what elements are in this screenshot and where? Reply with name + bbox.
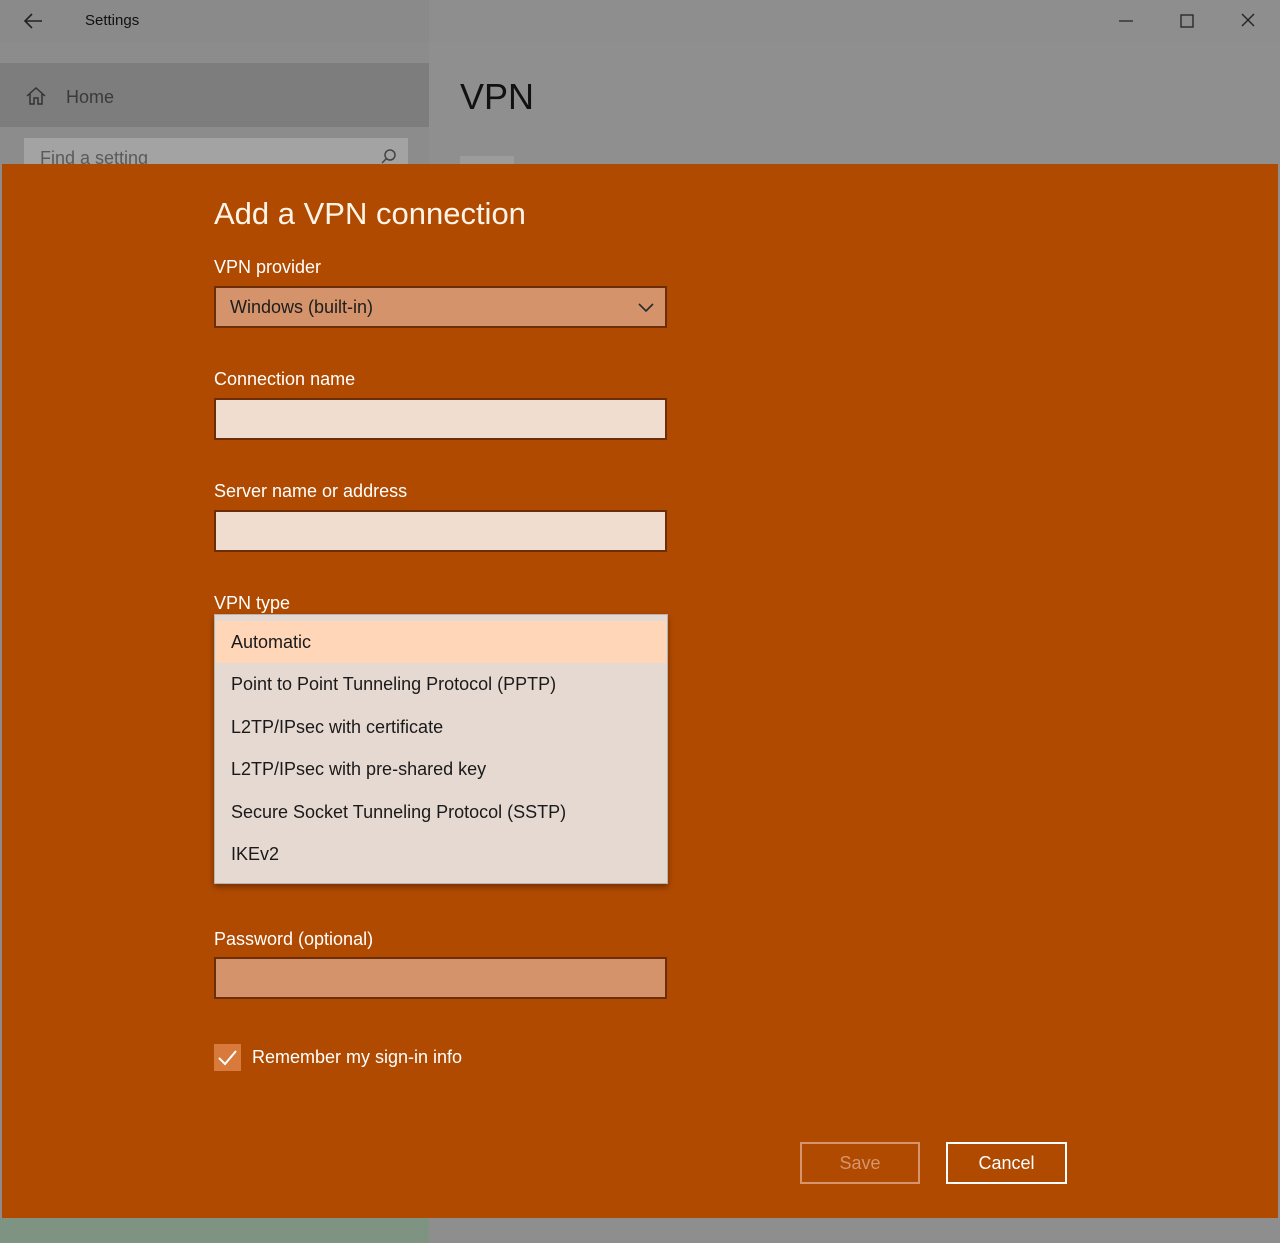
main-bottom bbox=[429, 1218, 1280, 1243]
home-icon bbox=[25, 86, 47, 106]
close-icon[interactable] bbox=[1234, 8, 1262, 34]
password-label: Password (optional) bbox=[214, 929, 374, 949]
app-title: Settings bbox=[85, 12, 140, 29]
back-arrow-icon[interactable] bbox=[22, 10, 46, 32]
page-title: VPN bbox=[460, 76, 535, 117]
dropdown-option-ikev2[interactable]: IKEv2 bbox=[216, 833, 666, 875]
checkmark-icon bbox=[218, 1050, 237, 1066]
remember-label: Remember my sign-in info bbox=[252, 1047, 463, 1067]
save-button[interactable]: Save bbox=[800, 1142, 920, 1184]
dropdown-option-l2tp-psk[interactable]: L2TP/IPsec with pre-shared key bbox=[216, 748, 666, 790]
server-field[interactable] bbox=[214, 510, 667, 552]
sidebar-bottom bbox=[0, 1218, 429, 1243]
dropdown-option-pptp[interactable]: Point to Point Tunneling Protocol (PPTP) bbox=[216, 663, 666, 705]
connection-name-field[interactable] bbox=[214, 398, 667, 440]
dropdown-option-l2tp-certificate[interactable]: L2TP/IPsec with certificate bbox=[216, 706, 666, 748]
vpn-provider-select[interactable]: Windows (built-in) bbox=[214, 286, 667, 328]
password-field[interactable] bbox=[214, 957, 667, 999]
server-label: Server name or address bbox=[214, 481, 408, 501]
vpn-type-dropdown[interactable]: Automatic Point to Point Tunneling Proto… bbox=[214, 614, 668, 884]
connection-name-label: Connection name bbox=[214, 369, 356, 389]
sidebar-item-home[interactable] bbox=[0, 63, 429, 127]
remember-checkbox[interactable] bbox=[214, 1044, 241, 1071]
vpn-provider-value: Windows (built-in) bbox=[230, 297, 374, 317]
sidebar-item-label: Home bbox=[66, 87, 115, 107]
title-bar bbox=[0, 0, 1280, 42]
dropdown-option-automatic[interactable]: Automatic bbox=[216, 621, 666, 663]
chevron-down-icon bbox=[637, 299, 655, 315]
dropdown-option-sstp[interactable]: Secure Socket Tunneling Protocol (SSTP) bbox=[216, 791, 666, 833]
vpn-provider-label: VPN provider bbox=[214, 257, 322, 277]
dialog-title: Add a VPN connection bbox=[214, 196, 526, 231]
title-bar-left bbox=[0, 0, 429, 42]
minimize-icon[interactable] bbox=[1112, 8, 1140, 34]
cancel-button[interactable]: Cancel bbox=[946, 1142, 1067, 1184]
vpn-type-label: VPN type bbox=[214, 593, 291, 613]
maximize-icon[interactable] bbox=[1173, 8, 1201, 34]
